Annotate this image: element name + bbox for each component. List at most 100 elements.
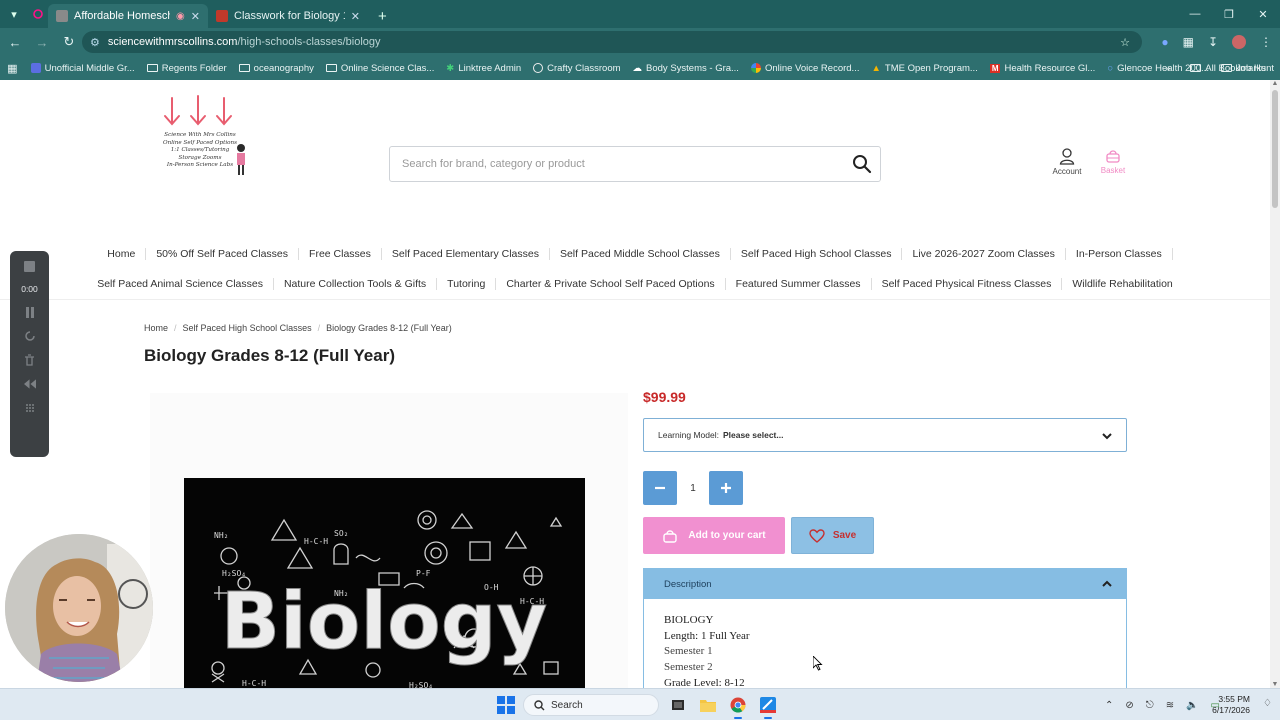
file-explorer-icon[interactable] — [697, 694, 719, 716]
reload-icon[interactable]: ↻ — [57, 30, 81, 54]
restart-icon[interactable] — [24, 330, 36, 342]
tab-group-icon[interactable] — [28, 0, 48, 28]
bookmark-item[interactable]: ▲ TME Open Program... — [865, 63, 983, 74]
bookmark-folder[interactable]: oceanography — [233, 63, 320, 74]
site-info-icon[interactable]: ⚙ — [90, 36, 100, 49]
nav-physical-fitness[interactable]: Self Paced Physical Fitness Classes — [870, 278, 1062, 290]
nav-animal-science[interactable]: Self Paced Animal Science Classes — [87, 278, 273, 290]
nav-tutoring[interactable]: Tutoring — [436, 278, 495, 290]
new-tab-button[interactable]: + — [368, 4, 397, 28]
nav-self-paced-high-school[interactable]: Self Paced High School Classes — [729, 248, 902, 260]
webcam-bubble[interactable] — [5, 534, 153, 682]
site-search-input[interactable]: Search for brand, category or product — [389, 146, 881, 182]
rewind-icon[interactable] — [23, 378, 36, 390]
site-logo[interactable]: Science With Mrs Collins Online Self Pac… — [150, 94, 254, 186]
bookmark-item[interactable]: Unofficial Middle Gr... — [25, 63, 141, 74]
search-icon[interactable] — [852, 154, 872, 174]
download-icon[interactable]: ↧ — [1208, 35, 1218, 49]
minimize-icon[interactable]: — — [1178, 0, 1212, 28]
bookmark-star-icon[interactable]: ☆ — [1120, 36, 1130, 49]
bookmark-item[interactable]: Online Voice Record... — [745, 63, 866, 74]
tray-overflow-chevron-icon[interactable]: ⌃ — [1105, 700, 1113, 711]
girl-figure-icon — [237, 144, 245, 175]
nav-free-classes[interactable]: Free Classes — [298, 248, 381, 260]
scroll-down-icon[interactable]: ▼ — [1270, 681, 1280, 688]
basket-icon — [663, 529, 678, 543]
nav-featured-summer[interactable]: Featured Summer Classes — [724, 278, 871, 290]
pause-icon[interactable] — [24, 306, 36, 318]
back-arrow-icon[interactable]: ← — [3, 30, 27, 54]
scroll-up-icon[interactable]: ▲ — [1270, 80, 1280, 87]
learning-model-select[interactable]: Learning Model: Please select... — [643, 418, 1127, 452]
cloud-icon: ☁ — [632, 62, 643, 74]
microphone-icon[interactable]: ⎋ — [1146, 700, 1154, 711]
nav-divider — [0, 299, 1270, 300]
task-view-icon[interactable] — [667, 694, 689, 716]
nav-50-off-self-paced[interactable]: 50% Off Self Paced Classes — [145, 248, 298, 260]
bookmark-folder[interactable]: Online Science Clas... — [320, 63, 440, 74]
search-icon — [534, 699, 545, 710]
all-bookmarks-folder[interactable]: All Bookmarks — [1184, 63, 1272, 74]
drag-handle-icon[interactable] — [24, 402, 36, 414]
breadcrumb-home[interactable]: Home — [144, 323, 168, 333]
taskbar-search[interactable]: Search — [523, 694, 659, 716]
bookmark-item[interactable]: ✱ Linktree Admin — [440, 63, 527, 74]
url-field[interactable]: ⚙ sciencewithmrscollins.com/high-schools… — [82, 31, 1142, 53]
globe-icon — [533, 63, 544, 73]
breadcrumb-category[interactable]: Self Paced High School Classes — [183, 323, 312, 333]
notification-bell-icon[interactable]: ♢ — [1263, 698, 1272, 709]
wifi-icon[interactable]: ≋ — [1166, 700, 1174, 711]
tab-affordable-homeschool[interactable]: Affordable Homeschool Bio ◉ ✕ — [48, 4, 208, 28]
product-image[interactable]: NH₂ SO₂ H-C-H P-F H₂SO₄ O-H NH₂ H-C-H H-C-H H… — [184, 478, 585, 688]
taskbar-clock[interactable]: 3:55 PM 6/17/2026 — [1212, 694, 1250, 716]
forward-arrow-icon[interactable]: → — [30, 30, 54, 54]
nav-live-zoom-classes[interactable]: Live 2026-2027 Zoom Classes — [901, 248, 1064, 260]
tab-classwork-biology[interactable]: Classwork for Biology 101 17 W ✕ — [208, 4, 368, 28]
camera-off-icon[interactable]: ⊘ — [1125, 700, 1133, 711]
breadcrumb: Home / Self Paced High School Classes / … — [144, 323, 452, 333]
extensions-puzzle-icon[interactable]: ▦ — [1183, 35, 1194, 49]
start-menu-icon[interactable] — [497, 696, 515, 714]
quantity-value[interactable]: 1 — [677, 483, 709, 494]
account-link[interactable]: Account — [1046, 148, 1088, 176]
close-window-icon[interactable]: ✕ — [1246, 0, 1280, 28]
chrome-icon[interactable] — [727, 694, 749, 719]
page-scrollbar[interactable]: ▲ ▼ — [1270, 80, 1280, 688]
basket-link[interactable]: Basket — [1094, 148, 1132, 175]
logo-line: Science With Mrs Collins — [164, 132, 236, 138]
add-to-cart-button[interactable]: Add to your cart — [643, 517, 785, 554]
nav-home[interactable]: Home — [97, 248, 145, 260]
nav-charter-private[interactable]: Charter & Private School Self Paced Opti… — [495, 278, 724, 290]
save-button[interactable]: Save — [791, 517, 874, 554]
nav-self-paced-elementary[interactable]: Self Paced Elementary Classes — [380, 248, 549, 260]
bookmark-item[interactable]: Crafty Classroom — [527, 63, 626, 74]
page-title: Biology Grades 8-12 (Full Year) — [144, 346, 395, 365]
screen-recorder-icon[interactable] — [757, 694, 779, 719]
speaker-icon[interactable]: 🔈 — [1186, 700, 1198, 711]
profile-avatar[interactable] — [1232, 35, 1246, 49]
trash-icon[interactable] — [24, 354, 36, 366]
bookmark-folder[interactable]: Regents Folder — [141, 63, 233, 74]
close-tab-icon[interactable]: ✕ — [191, 10, 200, 23]
nav-wildlife-rehabilitation[interactable]: Wildlife Rehabilitation — [1061, 278, 1182, 290]
decrease-quantity-button[interactable] — [643, 471, 677, 505]
close-tab-icon[interactable]: ✕ — [351, 10, 360, 23]
apps-grid-icon[interactable]: ▦ — [0, 62, 25, 75]
extension-icon[interactable]: ● — [1161, 35, 1168, 49]
nav-in-person-classes[interactable]: In-Person Classes — [1064, 248, 1173, 260]
tab-search-icon[interactable]: ▾ — [0, 0, 28, 28]
bookmark-item[interactable]: ☁ Body Systems - Gra... — [627, 63, 745, 74]
nav-nature-collection[interactable]: Nature Collection Tools & Gifts — [272, 278, 436, 290]
scrollbar-thumb[interactable] — [1272, 90, 1278, 208]
more-bookmarks-icon[interactable]: » — [1165, 63, 1170, 74]
restore-icon[interactable]: ❐ — [1212, 0, 1246, 28]
bookmark-item[interactable]: M Health Resource Gl... — [984, 63, 1102, 74]
semester-2-link[interactable]: Semester 2 — [664, 660, 1106, 676]
bookmark-label: Crafty Classroom — [547, 62, 621, 74]
stop-recording-icon[interactable] — [24, 261, 35, 272]
browser-menu-icon[interactable]: ⋮ — [1260, 35, 1272, 49]
semester-1-link[interactable]: Semester 1 — [664, 644, 1106, 660]
increase-quantity-button[interactable] — [709, 471, 743, 505]
description-toggle[interactable]: Description — [644, 569, 1126, 599]
nav-self-paced-middle-school[interactable]: Self Paced Middle School Classes — [548, 248, 730, 260]
